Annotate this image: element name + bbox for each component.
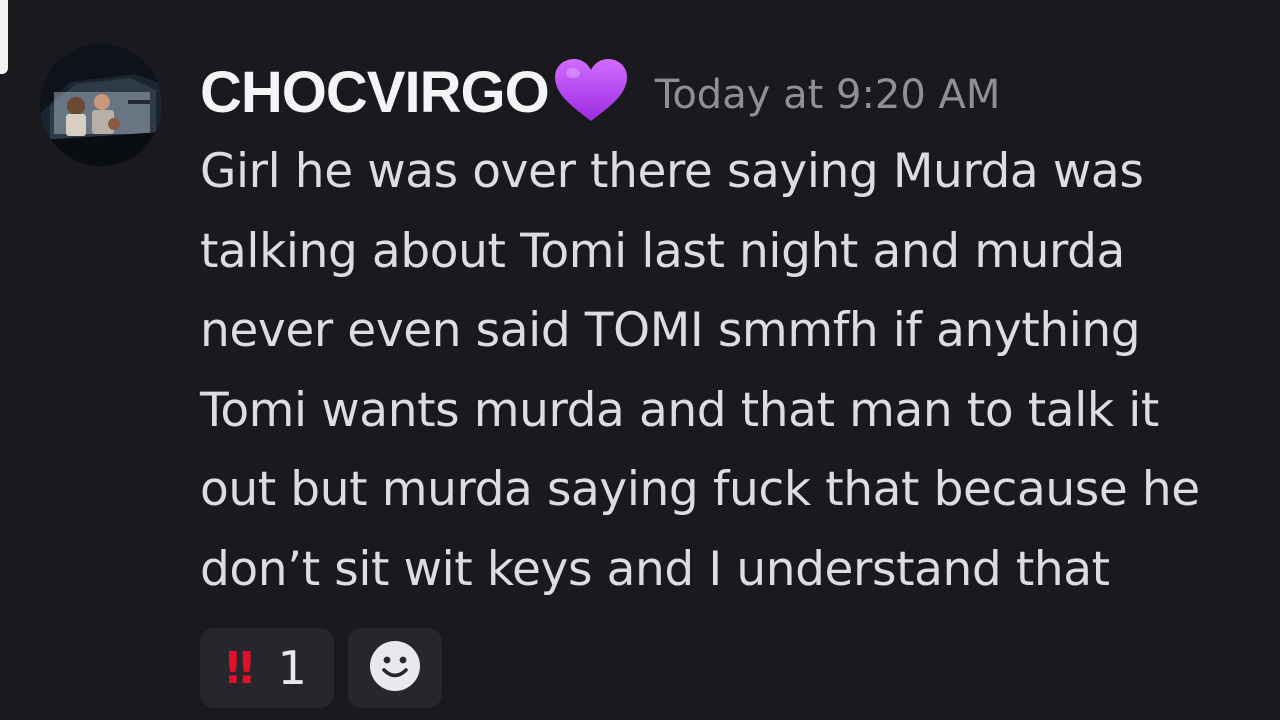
reaction-count: 1 (277, 641, 307, 695)
timestamp: Today at 9:20 AM (654, 72, 1001, 118)
reaction-double-exclamation[interactable]: ‼ 1 (200, 628, 334, 708)
smiley-icon (368, 639, 422, 697)
message-content: Girl he was over there saying Murda was … (200, 144, 1200, 597)
message-header: CHOCVIRGO Today at 9:20 AM (200, 52, 1000, 132)
reaction-bar: ‼ 1 (200, 628, 442, 708)
edge-indicator (0, 0, 8, 74)
purple-heart-icon (553, 57, 629, 127)
avatar[interactable] (40, 44, 162, 166)
username[interactable]: CHOCVIRGO (200, 59, 550, 126)
double-exclamation-icon: ‼ (226, 642, 254, 694)
avatar-photo (40, 44, 162, 166)
discord-message-view: CHOCVIRGO Today at 9:20 AM Girl he was o… (0, 0, 1280, 720)
add-reaction-button[interactable] (348, 628, 442, 708)
